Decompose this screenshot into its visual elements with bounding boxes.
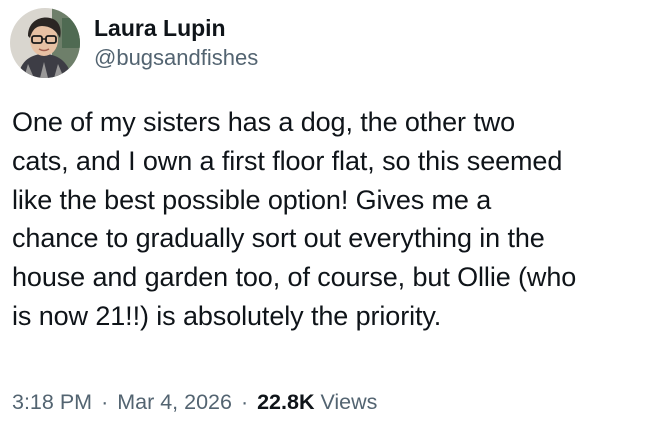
author-names: Laura Lupin @bugsandfishes [94,13,258,73]
meta-separator: · [101,390,109,414]
views-label: Views [320,390,378,414]
author-handle[interactable]: @bugsandfishes [94,43,258,73]
tweet-meta: 3:18 PM · Mar 4, 2026 · 22.8K Views [12,387,377,417]
tweet-date[interactable]: Mar 4, 2026 [117,390,232,414]
tweet-header: Laura Lupin @bugsandfishes [10,8,258,78]
tweet-text: One of my sisters has a dog, the other t… [12,107,577,331]
tweet-time[interactable]: 3:18 PM [12,390,92,414]
author-display-name[interactable]: Laura Lupin [94,13,258,43]
tweet-card: Laura Lupin @bugsandfishes One of my sis… [0,0,664,430]
views-count[interactable]: 22.8K [257,390,314,414]
avatar-photo-icon [10,8,80,78]
avatar[interactable] [10,8,80,78]
meta-separator: · [240,390,249,414]
